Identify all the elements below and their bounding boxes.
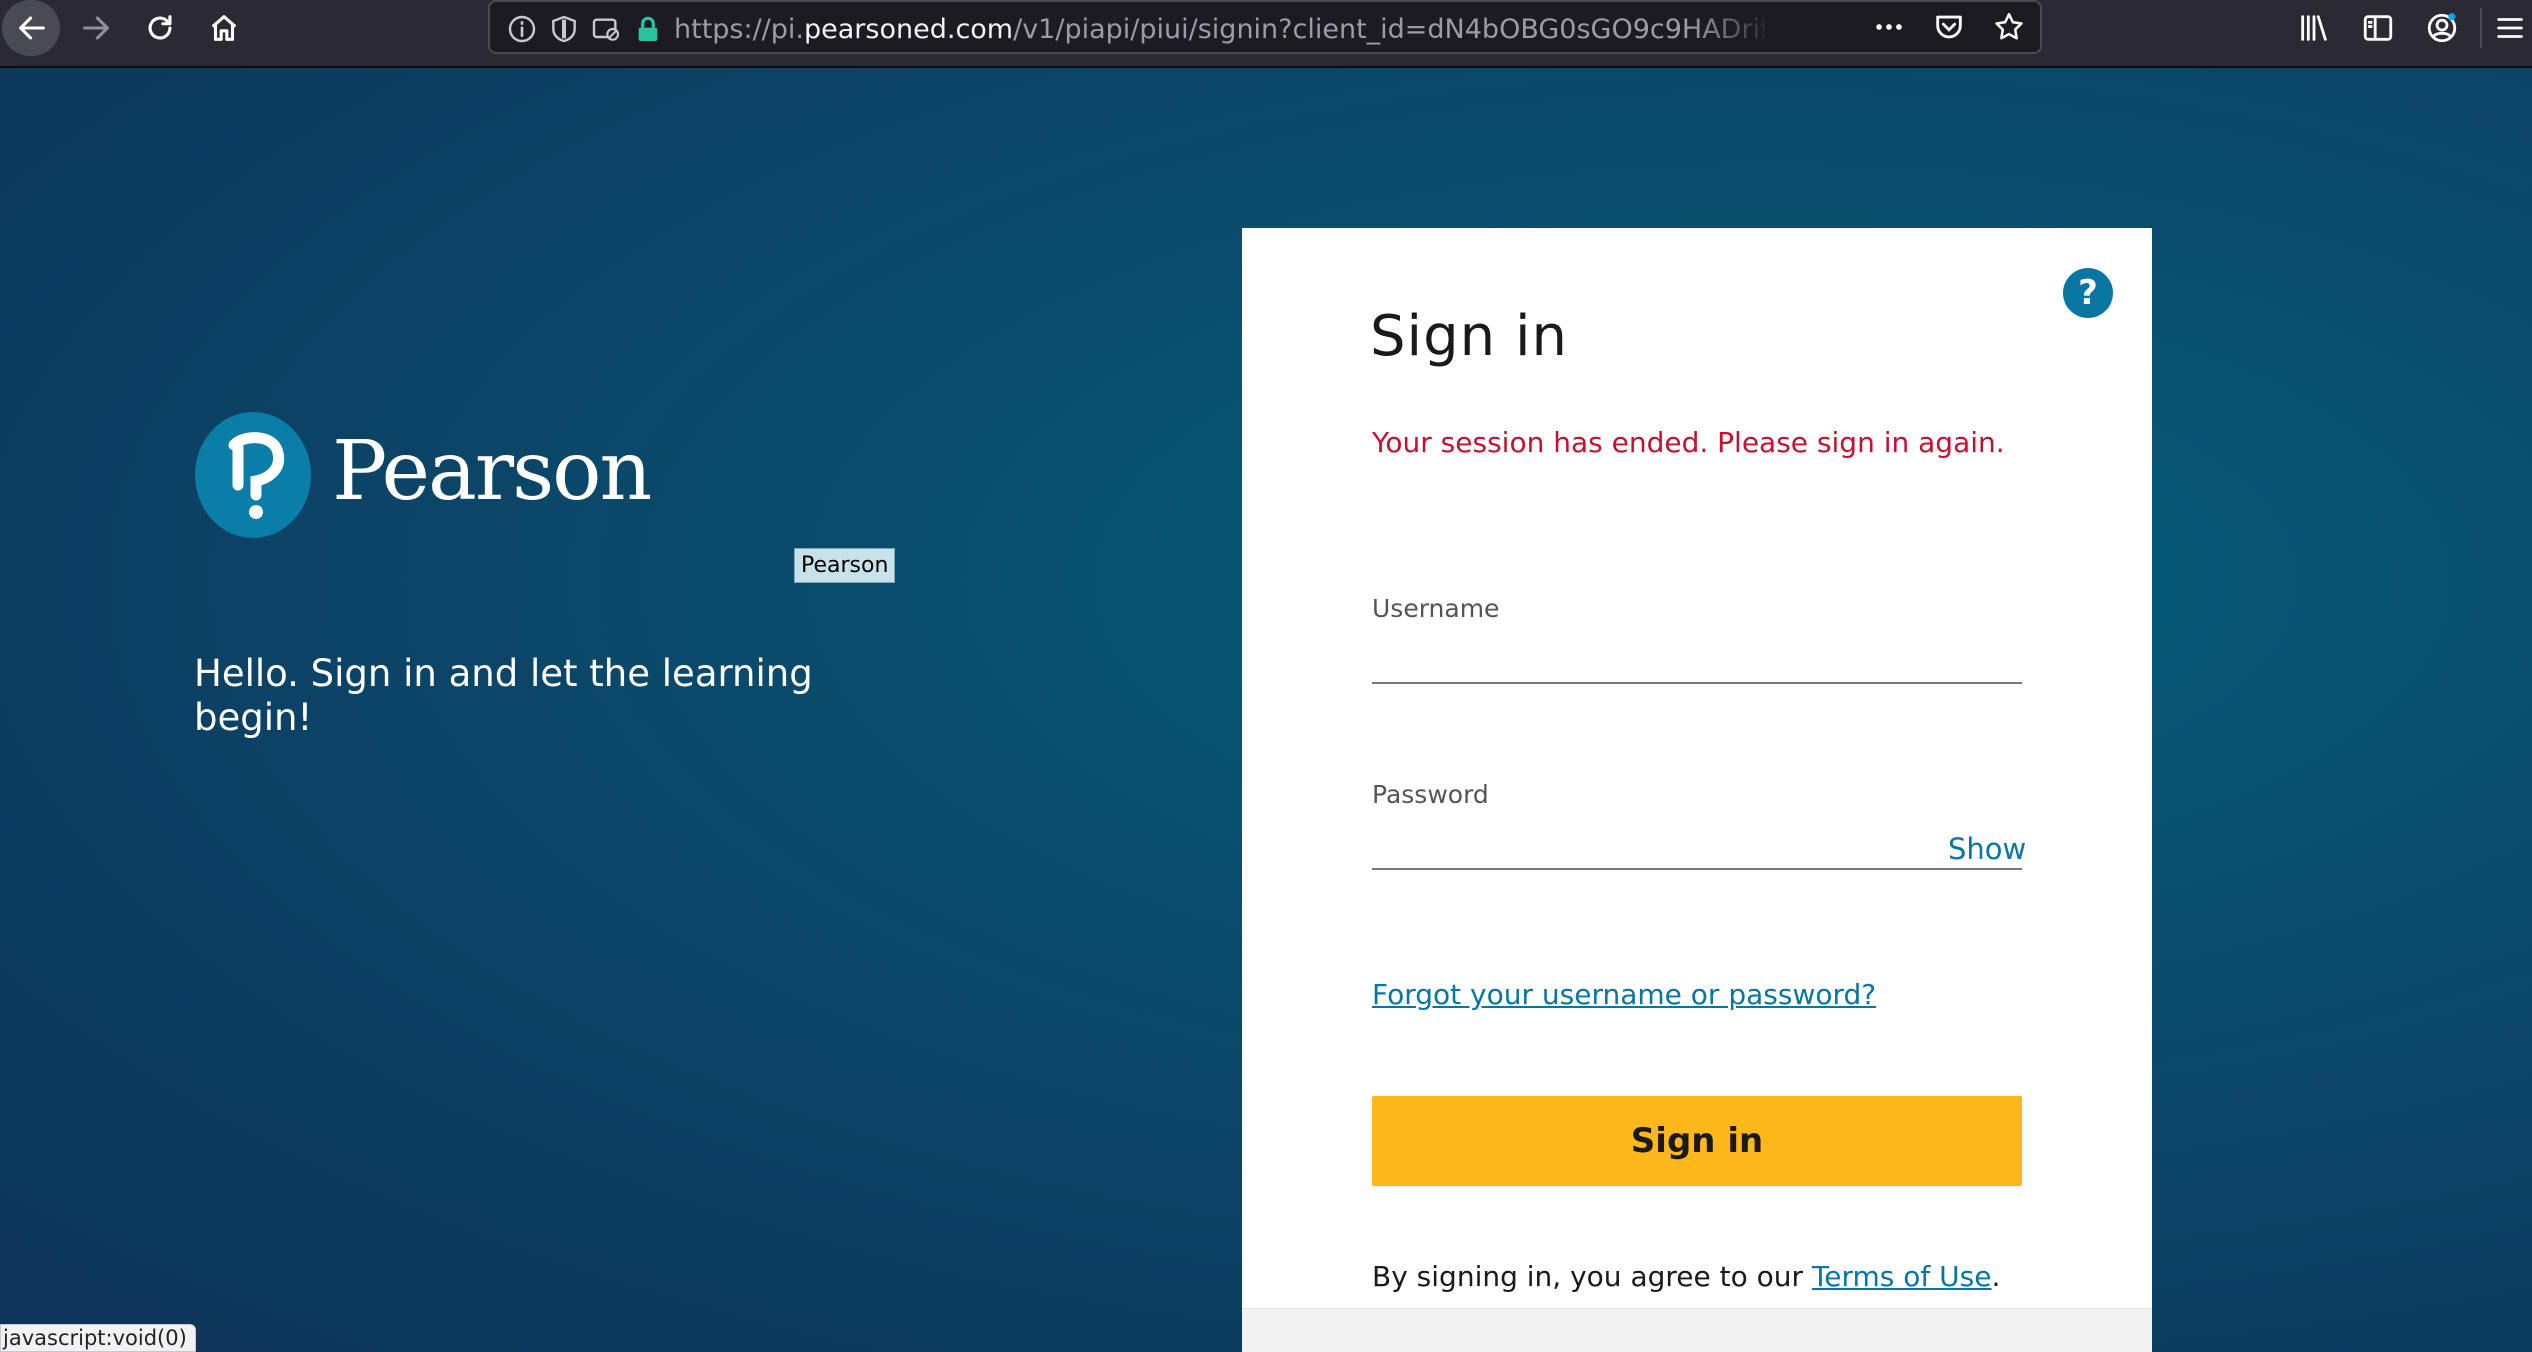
username-label: Username bbox=[1372, 594, 1500, 623]
signin-page: Pearson Pearson Hello. Sign in and let t… bbox=[0, 68, 2532, 1352]
username-input[interactable] bbox=[1372, 632, 2022, 684]
shield-icon[interactable] bbox=[548, 13, 580, 45]
sidebar-icon[interactable] bbox=[2346, 0, 2410, 56]
logo-tooltip: Pearson bbox=[794, 548, 896, 583]
permissions-icon[interactable] bbox=[590, 13, 622, 45]
terms-suffix: . bbox=[1991, 1260, 2001, 1293]
back-arrow-icon[interactable] bbox=[4, 0, 60, 56]
toolbar-separator bbox=[2480, 8, 2482, 48]
terms-prefix: By signing in, you agree to our bbox=[1372, 1260, 1812, 1293]
library-icon[interactable] bbox=[2282, 0, 2346, 56]
url-fade bbox=[1690, 6, 1780, 50]
url-domain: pearsoned.com bbox=[804, 14, 1014, 45]
signin-button[interactable]: Sign in bbox=[1372, 1096, 2022, 1186]
reload-icon[interactable] bbox=[132, 0, 188, 56]
url-bar[interactable]: https://pi.pearsoned.com/v1/piapi/piui/s… bbox=[488, 0, 2042, 54]
signin-card: ? Sign in Your session has ended. Please… bbox=[1242, 228, 2152, 1352]
session-error-message: Your session has ended. Please sign in a… bbox=[1372, 426, 2005, 459]
status-bar: javascript:void(0) bbox=[0, 1324, 196, 1352]
pearson-logo-icon bbox=[195, 412, 311, 538]
forward-arrow-icon[interactable] bbox=[68, 0, 124, 56]
lock-icon[interactable] bbox=[632, 13, 664, 45]
password-input[interactable] bbox=[1372, 818, 2022, 870]
browser-toolbar: https://pi.pearsoned.com/v1/piapi/piui/s… bbox=[0, 0, 2532, 68]
pocket-icon[interactable] bbox=[1932, 10, 1966, 44]
signin-title: Sign in bbox=[1370, 304, 1568, 369]
bookmark-star-icon[interactable] bbox=[1992, 10, 2026, 44]
terms-notice: By signing in, you agree to our Terms of… bbox=[1372, 1260, 2000, 1293]
tagline: Hello. Sign in and let the learning begi… bbox=[194, 652, 813, 739]
info-icon[interactable] bbox=[506, 13, 538, 45]
brand-name: Pearson bbox=[332, 423, 652, 519]
home-icon[interactable] bbox=[196, 0, 252, 56]
forgot-credentials-link[interactable]: Forgot your username or password? bbox=[1372, 978, 1876, 1011]
password-label: Password bbox=[1372, 780, 1489, 809]
more-actions-icon[interactable] bbox=[1872, 10, 1906, 44]
help-button[interactable]: ? bbox=[2063, 268, 2113, 318]
url-suffix: /v1/piapi/piui/signin?client_id=dN4bOBG0… bbox=[1013, 14, 1764, 45]
menu-icon[interactable] bbox=[2488, 0, 2532, 56]
pearson-brand: Pearson bbox=[194, 410, 652, 540]
url-prefix: https://pi. bbox=[674, 14, 805, 45]
show-password-button[interactable]: Show bbox=[1948, 832, 2026, 866]
terms-of-use-link[interactable]: Terms of Use bbox=[1812, 1260, 1992, 1293]
card-footer bbox=[1242, 1308, 2152, 1352]
account-icon[interactable] bbox=[2410, 0, 2474, 56]
url-text[interactable]: https://pi.pearsoned.com/v1/piapi/piui/s… bbox=[674, 11, 1764, 51]
